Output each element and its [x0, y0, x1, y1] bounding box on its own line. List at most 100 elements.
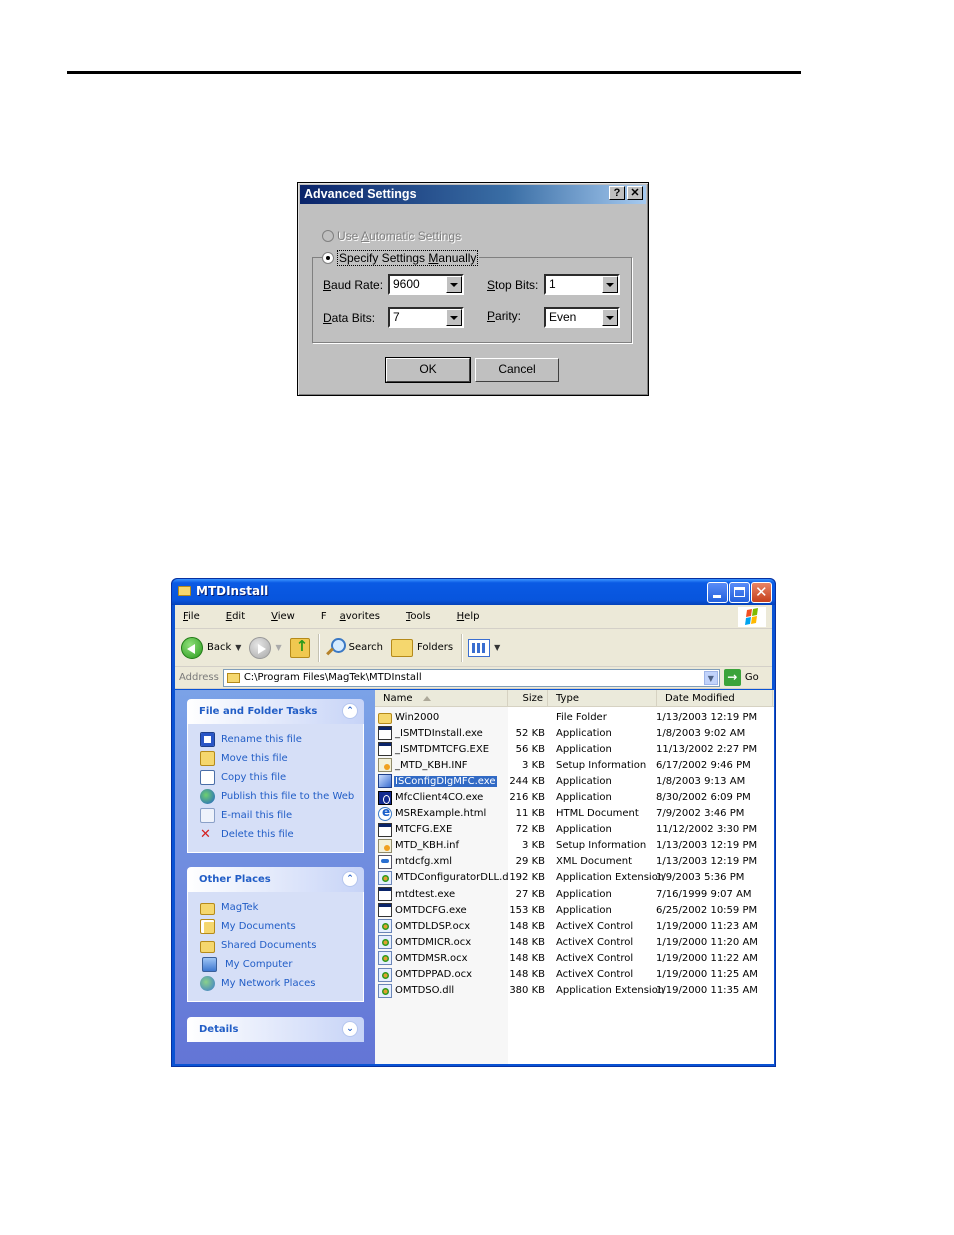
file-row[interactable]: OMTDMSR.ocx 148 KB ActiveX Control 1/19/200… [375, 950, 774, 966]
task-link-my-network-places[interactable]: My Network Places [200, 974, 363, 993]
file-name: OMTDCFG.exe [395, 904, 467, 916]
inf-file-icon [378, 838, 392, 853]
file-date-modified: 1/8/2003 9:13 AM [656, 775, 746, 787]
address-input[interactable]: C:\Program Files\MagTek\MTDInstall ▼ [222, 668, 720, 687]
file-row[interactable]: OMTDSO.dll 380 KB Application Extension 1/1… [375, 983, 774, 999]
file-name: MfcClient4CO.exe [395, 792, 484, 804]
radio-button-unchecked [322, 230, 334, 242]
file-date-modified: 1/19/2000 11:23 AM [656, 920, 758, 932]
task-label: Move this file [221, 753, 288, 764]
chevron-down-icon[interactable]: ▼ [235, 643, 241, 652]
ok-button[interactable]: OK [385, 357, 471, 383]
file-row[interactable]: mtdcfg.xml 29 KB XML Document 1/13/2003 12:… [375, 854, 774, 870]
maximize-button[interactable] [729, 582, 750, 603]
panel-header[interactable]: Other Places ⌃ [187, 867, 364, 892]
column-header-date-modified[interactable]: Date Modified [657, 690, 773, 706]
task-link-my-documents[interactable]: My Documents [200, 917, 363, 936]
task-link-e-mail-this-file[interactable]: E-mail this file [200, 806, 363, 825]
file-name-cell: _ISMTDInstall.exe [375, 726, 508, 741]
file-row[interactable]: MTCFG.EXE 72 KB Application 11/12/2002 3:30… [375, 822, 774, 838]
up-folder-button[interactable] [289, 637, 310, 658]
file-type: File Folder [556, 711, 607, 723]
menu-view[interactable]: View [271, 611, 308, 622]
help-button[interactable]: ? [609, 186, 625, 200]
stop-bits-select[interactable]: 1 [544, 274, 620, 295]
panel-header[interactable]: Details ⌄ [187, 1017, 364, 1042]
file-name-cell: OMTDSO.dll [375, 983, 508, 998]
menu-help[interactable]: Help [457, 611, 493, 622]
minimize-button[interactable] [707, 582, 728, 603]
column-header-name[interactable]: Name [375, 690, 508, 706]
file-date-modified: 8/30/2002 6:09 PM [656, 792, 751, 804]
address-bar: Address C:\Program Files\MagTek\MTDInsta… [175, 667, 772, 689]
collapse-chevron-icon[interactable]: ⌃ [342, 703, 358, 719]
file-size: 216 KB [509, 792, 545, 804]
parity-select[interactable]: Even [544, 307, 620, 328]
task-link-publish-this-file-to-the-web[interactable]: Publish this file to the Web [200, 787, 363, 806]
menu-tools[interactable]: Tools [406, 611, 444, 622]
file-row[interactable]: MTDConfiguratorDLL.dll 192 KB Application … [375, 870, 774, 886]
column-header-size[interactable]: Size [508, 690, 548, 706]
windows-logo-icon [738, 607, 766, 627]
menu-edit[interactable]: Edit [226, 611, 258, 622]
folders-button[interactable]: Folders [390, 638, 453, 657]
data-bits-value: 7 [393, 310, 400, 324]
file-row[interactable]: _MTD_KBH.INF 3 KB Setup Information 6/17/20… [375, 757, 774, 773]
column-header-type[interactable]: Type [548, 690, 657, 706]
cancel-button[interactable]: Cancel [475, 358, 559, 382]
forward-button[interactable]: ▼ [249, 636, 282, 659]
file-name-cell: MfcClient4CO.exe [375, 790, 508, 805]
back-button[interactable]: Back ▼ [181, 636, 241, 659]
chevron-down-icon[interactable] [446, 276, 462, 293]
chevron-down-icon: ▼ [494, 643, 501, 652]
task-link-magtek[interactable]: MagTek [200, 898, 363, 917]
chevron-down-icon[interactable]: ▼ [703, 670, 718, 685]
search-button[interactable]: Search [325, 637, 383, 658]
file-row[interactable]: MSRExample.html 11 KB HTML Document 7/9/200… [375, 806, 774, 822]
data-bits-select[interactable]: 7 [388, 307, 464, 328]
file-row[interactable]: mtdtest.exe 27 KB Application 7/16/1999 9:0… [375, 886, 774, 902]
chevron-down-icon[interactable] [446, 309, 462, 326]
task-label: My Documents [221, 921, 296, 932]
close-button[interactable]: ✕ [751, 582, 772, 603]
panel-header[interactable]: File and Folder Tasks ⌃ [187, 699, 364, 724]
task-label: Rename this file [221, 734, 302, 745]
file-row[interactable]: MTD_KBH.inf 3 KB Setup Information 1/13/200… [375, 838, 774, 854]
file-row[interactable]: ISConfigDlgMFC.exe 244 KB Application 1/8/2… [375, 773, 774, 789]
go-button[interactable]: → Go [723, 669, 759, 686]
task-link-copy-this-file[interactable]: Copy this file [200, 768, 363, 787]
close-icon: ✕ [755, 583, 768, 601]
up-folder-icon [289, 637, 310, 658]
chevron-down-icon[interactable] [602, 309, 618, 326]
task-link-move-this-file[interactable]: Move this file [200, 749, 363, 768]
file-size: 3 KB [522, 840, 545, 852]
dialog-close-button[interactable]: ✕ [627, 186, 643, 200]
task-link-delete-this-file[interactable]: ✕ Delete this file [200, 825, 363, 844]
file-row[interactable]: OMTDMICR.ocx 148 KB ActiveX Control 1/19/20… [375, 934, 774, 950]
use-automatic-settings-radio[interactable]: Use Automatic Settings [322, 229, 461, 243]
file-row[interactable]: Win2000 File Folder 1/13/2003 12:19 PM [375, 709, 774, 725]
menu-favorites[interactable]: Favorites [321, 611, 393, 622]
file-row[interactable]: MfcClient4CO.exe 216 KB Application 8/30/20… [375, 789, 774, 805]
file-size: 3 KB [522, 759, 545, 771]
inf-file-icon [378, 758, 392, 773]
expand-chevron-icon[interactable]: ⌄ [342, 1021, 358, 1037]
toolbar-separator [461, 633, 463, 662]
specify-settings-manually-radio[interactable]: Specify Settings Manually [322, 250, 480, 266]
file-row[interactable]: _ISMTDMTCFG.EXE 56 KB Application 11/13/200… [375, 741, 774, 757]
file-row[interactable]: OMTDLDSP.ocx 148 KB ActiveX Control 1/19/20… [375, 918, 774, 934]
file-row[interactable]: OMTDPPAD.ocx 148 KB ActiveX Control 1/19/20… [375, 967, 774, 983]
task-link-rename-this-file[interactable]: Rename this file [200, 730, 363, 749]
baud-rate-select[interactable]: 9600 [388, 274, 464, 295]
file-row[interactable]: OMTDCFG.exe 153 KB Application 6/25/2002 10… [375, 902, 774, 918]
views-button[interactable]: ▼ [468, 638, 501, 657]
menu-file[interactable]: File [183, 611, 213, 622]
file-row[interactable]: _ISMTDInstall.exe 52 KB Application 1/8/200… [375, 725, 774, 741]
file-size: 148 KB [509, 969, 545, 981]
collapse-chevron-icon[interactable]: ⌃ [342, 871, 358, 887]
task-link-shared-documents[interactable]: Shared Documents [200, 936, 363, 955]
globe-icon [200, 789, 215, 804]
chevron-down-icon[interactable] [602, 276, 618, 293]
file-size: 52 KB [515, 727, 545, 739]
task-link-my-computer[interactable]: My Computer [200, 955, 363, 974]
